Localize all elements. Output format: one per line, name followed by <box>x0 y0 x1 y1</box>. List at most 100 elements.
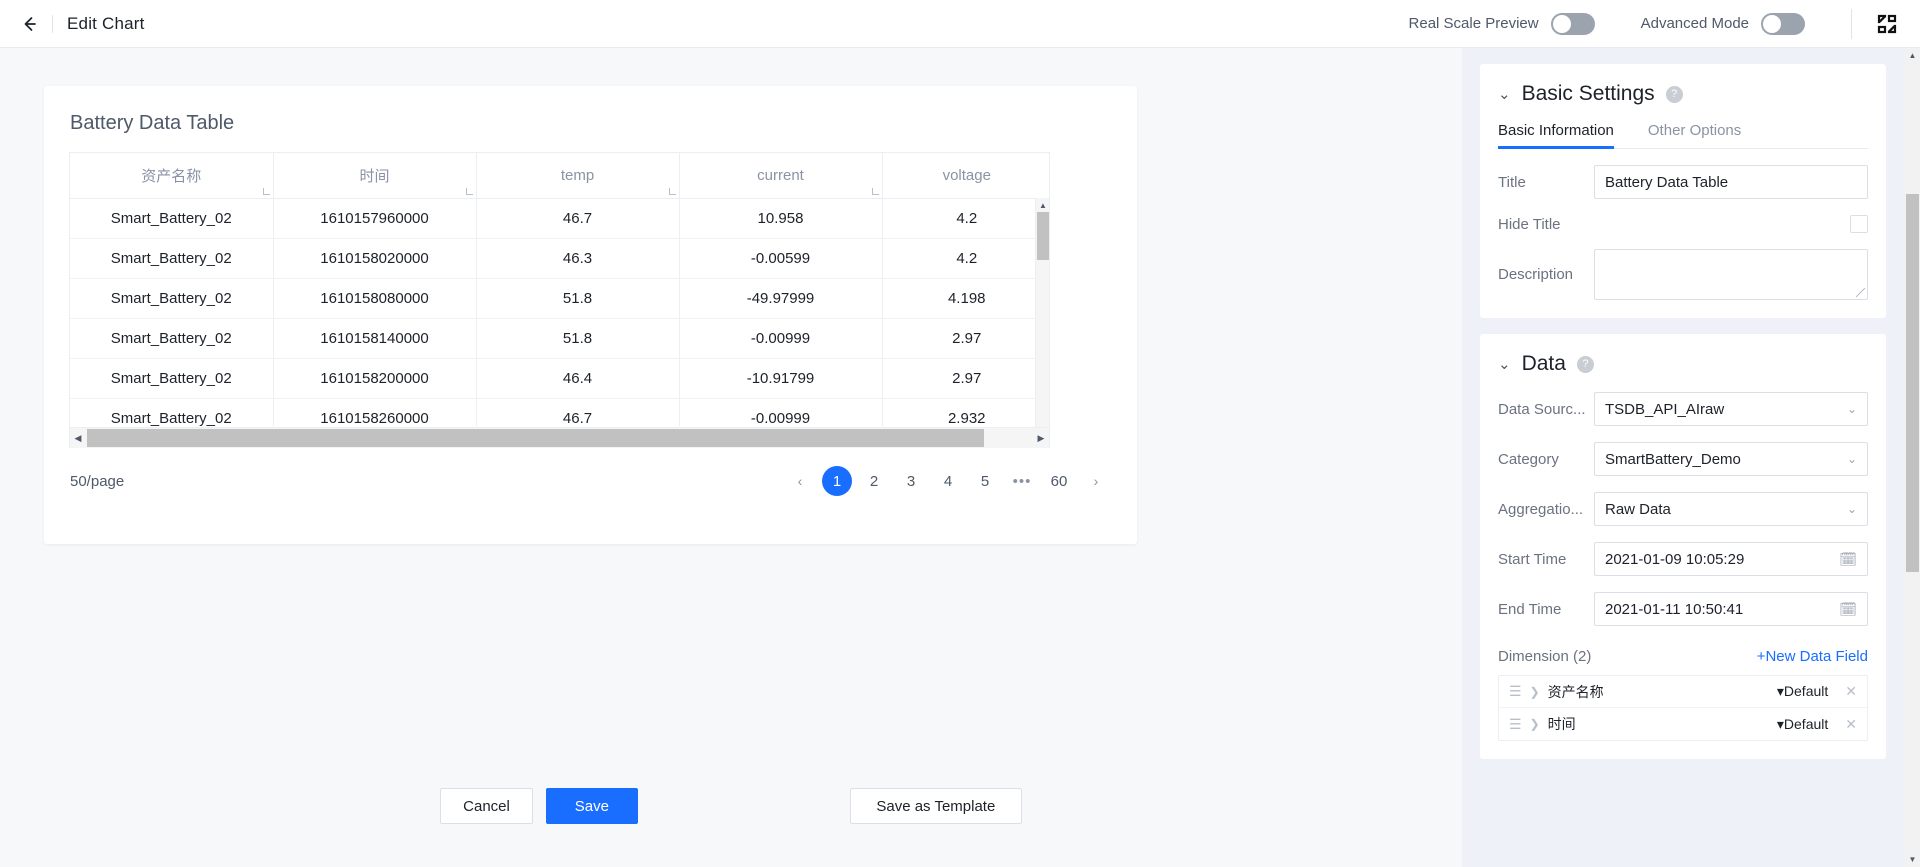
table-cell: Smart_Battery_02 <box>70 198 273 238</box>
chevron-right-icon[interactable]: ❯ <box>1530 717 1540 731</box>
data-source-select[interactable]: TSDB_API_AIraw ⌄ <box>1594 392 1868 426</box>
category-row: Category SmartBattery_Demo ⌄ <box>1498 442 1868 476</box>
table-cell: 51.8 <box>476 278 679 318</box>
textarea-resize-handle[interactable] <box>1856 288 1865 297</box>
data-section: ⌄ Data ? Data Sourc... TSDB_API_AIraw ⌄ … <box>1480 334 1886 759</box>
start-time-value: 2021-01-09 10:05:29 <box>1605 551 1833 568</box>
end-time-row: End Time 2021-01-11 10:50:41 🗓 <box>1498 592 1868 626</box>
table-row[interactable]: Smart_Battery_02161015808000051.8-49.979… <box>70 278 1049 318</box>
table-cell: Smart_Battery_02 <box>70 278 273 318</box>
start-time-input[interactable]: 2021-01-09 10:05:29 🗓 <box>1594 542 1868 576</box>
calendar-icon[interactable]: 🗓 <box>1839 551 1857 568</box>
fullscreen-icon[interactable] <box>1870 7 1904 41</box>
scrollbar-thumb[interactable] <box>1037 212 1049 260</box>
pagination-prev[interactable]: ‹ <box>785 466 815 496</box>
table-horizontal-scrollbar[interactable]: ◀ ▶ <box>70 427 1049 448</box>
title-label: Title <box>1498 174 1594 191</box>
pagination-page-3[interactable]: 3 <box>896 466 926 496</box>
table-row[interactable]: Smart_Battery_02161015796000046.710.9584… <box>70 198 1049 238</box>
pagination-page-1[interactable]: 1 <box>822 466 852 496</box>
pagination-page-5[interactable]: 5 <box>970 466 1000 496</box>
drag-handle-icon[interactable]: ☰ <box>1509 683 1522 700</box>
column-header-label: temp <box>561 167 594 184</box>
chevron-down-icon[interactable]: ⌄ <box>1498 85 1511 103</box>
column-resize-grip[interactable] <box>466 188 473 195</box>
advanced-mode-toggle[interactable] <box>1761 13 1805 35</box>
scroll-down-icon[interactable]: ▼ <box>1905 852 1920 867</box>
table-row[interactable]: Smart_Battery_02161015802000046.3-0.0059… <box>70 238 1049 278</box>
dimension-mode-select[interactable]: ▾Default <box>1777 716 1828 733</box>
table-cell: -49.97999 <box>679 278 882 318</box>
description-textarea[interactable] <box>1594 249 1868 300</box>
topbar-divider-2 <box>1851 9 1852 39</box>
scroll-right-icon[interactable]: ▶ <box>1033 428 1049 448</box>
column-resize-grip[interactable] <box>263 188 270 195</box>
remove-dimension-icon[interactable]: ✕ <box>1845 716 1857 733</box>
real-scale-preview-group: Real Scale Preview <box>1409 13 1595 35</box>
scrollbar-thumb[interactable] <box>87 429 984 447</box>
chevron-down-icon[interactable]: ⌄ <box>1498 355 1511 373</box>
category-select[interactable]: SmartBattery_Demo ⌄ <box>1594 442 1868 476</box>
pagination-ellipsis[interactable]: ••• <box>1007 466 1037 496</box>
settings-panel: ⌄ Basic Settings ? Basic Information Oth… <box>1462 48 1920 867</box>
title-input[interactable]: Battery Data Table <box>1594 165 1868 199</box>
drag-handle-icon[interactable]: ☰ <box>1509 716 1522 733</box>
aggregation-select[interactable]: Raw Data ⌄ <box>1594 492 1868 526</box>
topbar-right-controls: Real Scale Preview Advanced Mode <box>1409 0 1920 47</box>
panel-scrollbar[interactable]: ▲ ▼ <box>1905 48 1920 867</box>
tab-other-options[interactable]: Other Options <box>1648 122 1741 148</box>
aggregation-value: Raw Data <box>1605 501 1841 518</box>
cancel-button[interactable]: Cancel <box>440 788 533 824</box>
end-time-label: End Time <box>1498 601 1594 618</box>
pagination-page-2[interactable]: 2 <box>859 466 889 496</box>
end-time-input[interactable]: 2021-01-11 10:50:41 🗓 <box>1594 592 1868 626</box>
scrollbar-thumb[interactable] <box>1906 194 1919 572</box>
scroll-up-icon[interactable]: ▲ <box>1905 48 1920 63</box>
end-time-value: 2021-01-11 10:50:41 <box>1605 601 1833 618</box>
table-cell: 1610158080000 <box>273 278 476 318</box>
table-vertical-scrollbar[interactable]: ▲ ▼ <box>1035 198 1049 448</box>
scroll-left-icon[interactable]: ◀ <box>70 428 86 448</box>
tab-basic-information[interactable]: Basic Information <box>1498 122 1614 148</box>
column-header-time[interactable]: 时间 <box>273 153 476 198</box>
column-header-asset-name[interactable]: 资产名称 <box>70 153 273 198</box>
table-cell: Smart_Battery_02 <box>70 358 273 398</box>
dimension-list: ☰❯资产名称▾Default✕☰❯时间▾Default✕ <box>1498 675 1868 741</box>
table-cell: 4.2 <box>882 198 1049 238</box>
column-header-voltage[interactable]: voltage <box>882 153 1049 198</box>
page-size-selector[interactable]: 50/page <box>70 473 124 490</box>
table-row[interactable]: Smart_Battery_02161015820000046.4-10.917… <box>70 358 1049 398</box>
data-table-scroll-area[interactable]: 资产名称 时间 temp <box>70 153 1049 426</box>
column-resize-grip[interactable] <box>669 188 676 195</box>
column-resize-grip[interactable] <box>872 188 879 195</box>
save-as-template-button[interactable]: Save as Template <box>850 788 1022 824</box>
question-mark-icon[interactable]: ? <box>1577 356 1594 373</box>
table-row[interactable]: Smart_Battery_02161015814000051.8-0.0099… <box>70 318 1049 358</box>
remove-dimension-icon[interactable]: ✕ <box>1845 683 1857 700</box>
column-header-temp[interactable]: temp <box>476 153 679 198</box>
table-row[interactable]: Smart_Battery_02161015826000046.7-0.0099… <box>70 398 1049 426</box>
dimension-mode-select[interactable]: ▾Default <box>1777 683 1828 700</box>
pagination-page-60[interactable]: 60 <box>1044 466 1074 496</box>
calendar-icon[interactable]: 🗓 <box>1839 601 1857 618</box>
dimension-item[interactable]: ☰❯时间▾Default✕ <box>1499 708 1867 740</box>
save-button[interactable]: Save <box>546 788 638 824</box>
column-header-current[interactable]: current <box>679 153 882 198</box>
data-table-container: 资产名称 时间 temp <box>69 152 1050 448</box>
pagination-page-4[interactable]: 4 <box>933 466 963 496</box>
real-scale-preview-toggle[interactable] <box>1551 13 1595 35</box>
basic-settings-title: Basic Settings <box>1522 82 1655 106</box>
data-source-value: TSDB_API_AIraw <box>1605 401 1841 418</box>
back-arrow-icon[interactable] <box>14 9 44 39</box>
top-bar: Edit Chart Real Scale Preview Advanced M… <box>0 0 1920 48</box>
hide-title-checkbox[interactable] <box>1850 215 1868 233</box>
data-section-header: ⌄ Data ? <box>1480 348 1886 376</box>
question-mark-icon[interactable]: ? <box>1666 86 1683 103</box>
scroll-up-icon[interactable]: ▲ <box>1036 198 1050 212</box>
dimension-item[interactable]: ☰❯资产名称▾Default✕ <box>1499 676 1867 708</box>
table-cell: 1610158200000 <box>273 358 476 398</box>
new-data-field-button[interactable]: +New Data Field <box>1757 648 1868 665</box>
chevron-right-icon[interactable]: ❯ <box>1530 685 1540 699</box>
chart-preview-stage: Battery Data Table 资产名称 时间 <box>0 48 1462 867</box>
pagination-next[interactable]: › <box>1081 466 1111 496</box>
